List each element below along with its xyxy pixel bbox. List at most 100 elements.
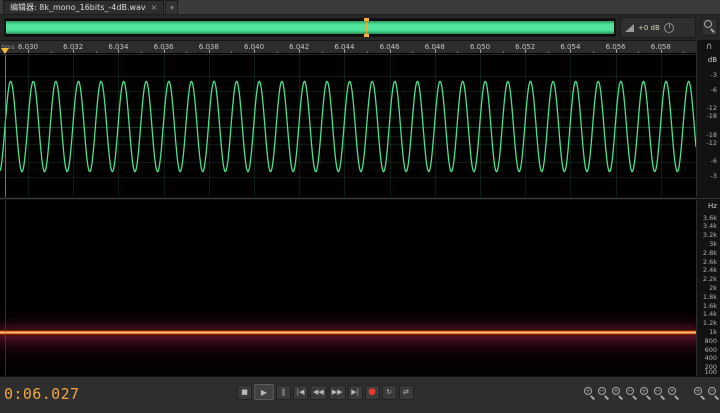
frequency-scale[interactable]: Hz 3.6k3.4k3.2k3k2.8k2.6k2.4k2.2k2k1.8k1… (696, 200, 720, 376)
ruler-tick-major (164, 49, 165, 53)
playhead-line-spectral (5, 200, 6, 376)
loop-playback-button[interactable]: ↻ (382, 385, 397, 400)
ruler-tick-major (570, 49, 571, 53)
ruler-tick-major (480, 49, 481, 53)
magnifier-handle-icon (674, 395, 679, 400)
skip-to-start-button[interactable]: |◀ (293, 385, 308, 400)
ruler-tick-major (299, 49, 300, 53)
zoom-in-horizontal-button[interactable]: + (610, 386, 623, 400)
level-controls: +0 dB (620, 17, 696, 38)
overview-row: +0 dB (0, 15, 720, 40)
ruler-tick-minor (141, 51, 142, 53)
tab-bar: 编辑器: 8k_mono_16bits_-4dB.wav × ▾ (0, 0, 720, 15)
playhead-handle[interactable] (1, 48, 9, 54)
fast-forward-button[interactable]: ▶▶ (329, 385, 346, 400)
db-scale-label: -12 (706, 104, 717, 112)
hz-scale-label: 2.2k (703, 275, 717, 283)
hz-scale-label: 2.6k (703, 258, 717, 266)
overview-playhead[interactable] (366, 19, 367, 36)
hz-unit-label: Hz (708, 202, 717, 210)
magnifier-icon: + (640, 387, 648, 395)
db-scale-label: -6 (711, 86, 717, 94)
ruler-tick-minor (367, 51, 368, 53)
db-unit-label: dB (708, 56, 717, 64)
ruler-tick-minor (322, 51, 323, 53)
editor-tab-title: 编辑器: 8k_mono_16bits_-4dB.wav (10, 2, 146, 13)
editor-tab[interactable]: 编辑器: 8k_mono_16bits_-4dB.wav × (3, 0, 164, 14)
ruler-tick-major (390, 49, 391, 53)
ruler-tick-minor (186, 51, 187, 53)
zoom-in-vertical-button[interactable]: + (638, 386, 651, 400)
overview-waveform (6, 21, 614, 34)
zoom-reset-button[interactable]: • (666, 386, 679, 400)
hz-scale-label: 3.2k (703, 231, 717, 239)
magnifier-icon: − (626, 387, 634, 395)
skip-selection-button[interactable]: ⇄ (399, 385, 414, 400)
skip-to-end-button[interactable]: ▶| (348, 385, 363, 400)
ruler-tick-minor (51, 51, 52, 53)
headphones-icon[interactable]: ∩ (702, 41, 716, 53)
zoom-controls-secondary: +− (692, 386, 719, 400)
magnifier-icon: − (708, 387, 716, 395)
play-button[interactable]: ▶ (254, 384, 274, 400)
panel-menu-icon[interactable]: ▾ (165, 0, 178, 14)
ruler-tick-minor (593, 51, 594, 53)
zoom-full-button[interactable]: − (706, 386, 719, 400)
overview-navigator[interactable] (4, 18, 616, 37)
stop-button[interactable]: ■ (237, 385, 252, 400)
hz-scale-label: 1.6k (703, 302, 717, 310)
hz-scale-label: 2k (709, 284, 717, 292)
magnifier-icon: − (654, 387, 662, 395)
time-display[interactable]: 0:06.027 (4, 385, 79, 403)
hz-scale-label: 1.4k (703, 310, 717, 318)
spectral-tone-band (0, 329, 696, 336)
gain-knob-icon[interactable] (664, 23, 674, 33)
ruler-tick-major (118, 49, 119, 53)
gain-value[interactable]: +0 dB (638, 24, 660, 32)
magnifier-handle-icon (632, 395, 637, 400)
ruler-tick-major (73, 49, 74, 53)
timeline-ruler[interactable]: hms 6.0306.0326.0346.0366.0386.0406.0426… (0, 40, 696, 54)
waveform-trace (0, 55, 696, 198)
zoom-in-button[interactable]: + (582, 386, 595, 400)
hz-scale-label: 2.8k (703, 249, 717, 257)
zoom-out-horizontal-button[interactable]: − (624, 386, 637, 400)
magnifier-handle-icon (604, 395, 609, 400)
transport-controls: ■▶‖|◀◀◀▶▶▶|●↻⇄ (237, 384, 414, 400)
zoom-out-vertical-button[interactable]: − (652, 386, 665, 400)
magnifier-handle-icon (714, 395, 719, 400)
spectral-display[interactable] (0, 200, 696, 376)
rewind-button[interactable]: ◀◀ (310, 385, 327, 400)
hz-scale-label: 1.2k (703, 319, 717, 327)
waveform-display[interactable] (0, 54, 696, 197)
magnifier-icon: + (694, 387, 702, 395)
magnifier-handle-icon (660, 395, 665, 400)
status-bar: 0:06.027 ■▶‖|◀◀◀▶▶▶|●↻⇄ +−+−+−• +− (0, 376, 720, 413)
ruler-tick-major (435, 49, 436, 53)
ruler-tick-minor (96, 51, 97, 53)
ruler-tick-major (28, 49, 29, 53)
pause-button[interactable]: ‖ (276, 385, 291, 400)
magnifier-icon: − (598, 387, 606, 395)
ruler-tick-minor (412, 51, 413, 53)
magnifier-icon (704, 20, 712, 28)
spectral-noise-floor (0, 335, 696, 377)
hz-scale-label: 2.4k (703, 266, 717, 274)
db-scale-label: -18 (706, 112, 717, 120)
hz-scale-label: 1k (709, 328, 717, 336)
magnifier-handle-icon (646, 395, 651, 400)
record-button[interactable]: ● (365, 385, 380, 400)
amplitude-scale[interactable]: dB -3-3-6-6-12-12-18-18 (696, 54, 720, 197)
magnifier-handle-icon (590, 395, 595, 400)
hz-scale-label: 100 (705, 368, 717, 376)
tab-close-icon[interactable]: × (151, 3, 158, 12)
zoom-out-button[interactable]: − (596, 386, 609, 400)
playhead-line[interactable] (5, 55, 6, 197)
ruler-tick-minor (638, 51, 639, 53)
navigator-zoom-button[interactable] (701, 18, 718, 36)
zoom-to-selection-button[interactable]: + (692, 386, 705, 400)
ruler-tick-minor (277, 51, 278, 53)
db-scale-label: -12 (706, 139, 717, 147)
ruler-tick-minor (548, 51, 549, 53)
ruler-tick-minor (503, 51, 504, 53)
